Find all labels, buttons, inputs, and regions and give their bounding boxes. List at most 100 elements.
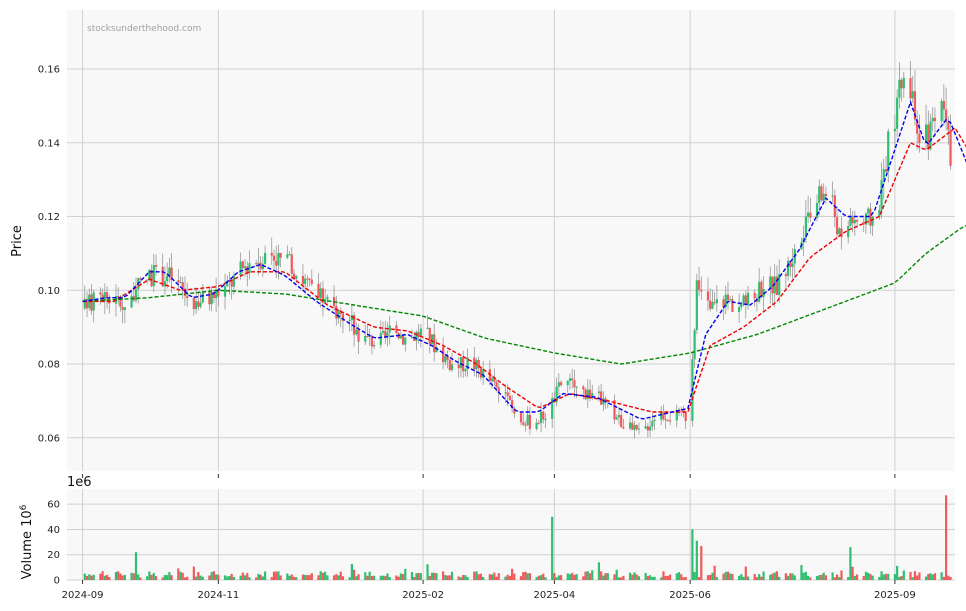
- candle-body: [450, 364, 454, 371]
- candle-body: [847, 225, 850, 238]
- volume-bar: [631, 574, 634, 580]
- volume-bar: [653, 576, 656, 580]
- candle-body: [853, 219, 856, 224]
- volume-bar: [448, 575, 451, 580]
- volume-bar: [878, 576, 881, 580]
- candle-body: [807, 212, 810, 217]
- volume-bar: [308, 575, 311, 580]
- volume-bar: [232, 576, 236, 580]
- candle-body: [401, 335, 405, 345]
- candle-body: [615, 417, 618, 420]
- candle-body: [815, 202, 819, 218]
- candle-body: [900, 79, 903, 89]
- candle-body: [526, 414, 529, 426]
- candle-body: [379, 332, 382, 345]
- candle-body: [648, 426, 652, 431]
- volume-bar: [575, 574, 578, 580]
- volume-bar: [613, 574, 616, 580]
- price-tick-label: 0.06: [38, 433, 60, 444]
- volume-bar: [101, 571, 104, 580]
- candle-body: [428, 327, 431, 345]
- volume-bar: [526, 573, 529, 580]
- candle-body: [924, 124, 928, 144]
- volume-bar: [357, 574, 360, 580]
- volume-bar: [263, 571, 267, 580]
- volume-bar: [900, 576, 903, 580]
- volume-bar: [551, 516, 554, 580]
- volume-bar: [352, 569, 356, 580]
- candle-body: [275, 260, 278, 266]
- candle-body: [633, 425, 636, 430]
- candle-body: [259, 262, 262, 270]
- volume-tick-label: 0: [54, 576, 60, 587]
- volume-bar: [433, 572, 436, 580]
- candle-body: [317, 283, 320, 298]
- volume-bar: [177, 568, 180, 580]
- candle-body: [99, 292, 102, 295]
- candle-body: [693, 330, 696, 360]
- volume-bar: [279, 575, 282, 580]
- volume-bar: [212, 571, 215, 580]
- volume-bar: [217, 574, 220, 580]
- candle-body: [664, 419, 667, 421]
- volume-bar: [255, 577, 258, 580]
- x-tick-marks: [82, 474, 896, 478]
- volume-bar: [435, 573, 438, 580]
- volume-bar: [911, 577, 914, 580]
- volume-bar: [591, 570, 594, 580]
- volume-bar: [606, 573, 609, 580]
- volume-bar: [887, 573, 890, 580]
- volume-bar: [341, 576, 345, 580]
- volume-bar: [479, 573, 483, 580]
- volume-bar: [853, 575, 856, 580]
- candle-body: [464, 369, 467, 372]
- volume-bar: [662, 571, 665, 580]
- candle-body: [166, 275, 169, 282]
- volume-bar: [304, 574, 307, 580]
- volume-bar: [544, 577, 547, 580]
- candle-body: [459, 357, 463, 369]
- volume-offset-text: 1e6: [67, 475, 92, 490]
- volume-axis-label: Volume 106: [19, 504, 35, 579]
- candle-body: [513, 408, 516, 414]
- candle-body: [357, 329, 360, 342]
- candle-body: [884, 169, 888, 172]
- candle-body: [388, 325, 391, 333]
- volume-bar: [633, 572, 636, 580]
- volume-bar: [395, 575, 398, 580]
- candle-body: [199, 302, 202, 307]
- volume-bar: [306, 575, 309, 580]
- volume-bar: [154, 576, 158, 580]
- volume-bar: [215, 574, 218, 580]
- volume-bar: [404, 568, 407, 580]
- candle-body: [653, 419, 656, 421]
- volume-bar: [139, 577, 142, 580]
- volume-bar: [146, 576, 149, 580]
- volume-bar: [568, 574, 572, 580]
- candle-body: [286, 254, 289, 258]
- candle-body: [726, 294, 730, 301]
- volume-bar: [513, 573, 516, 580]
- volume-bar: [88, 574, 91, 580]
- candle-body: [568, 378, 572, 382]
- volume-bar: [791, 573, 794, 580]
- price-tick-label: 0.08: [38, 360, 60, 371]
- volume-bar: [840, 570, 843, 580]
- candle-body: [909, 77, 912, 99]
- volume-bar: [366, 575, 369, 580]
- volume-bar: [134, 552, 138, 580]
- volume-bar: [559, 575, 563, 580]
- candle-body: [822, 193, 825, 201]
- candle-body: [304, 278, 307, 285]
- volume-bar: [871, 575, 874, 580]
- volume-bar: [691, 529, 694, 580]
- candle-body: [571, 378, 574, 381]
- volume-bar: [290, 574, 293, 580]
- candle-body: [410, 337, 414, 339]
- candle-body: [92, 292, 95, 311]
- volume-bar: [295, 577, 298, 580]
- volume-bar: [399, 573, 402, 580]
- candle-body: [444, 355, 447, 363]
- volume-bar: [186, 576, 189, 580]
- volume-bar: [588, 573, 592, 580]
